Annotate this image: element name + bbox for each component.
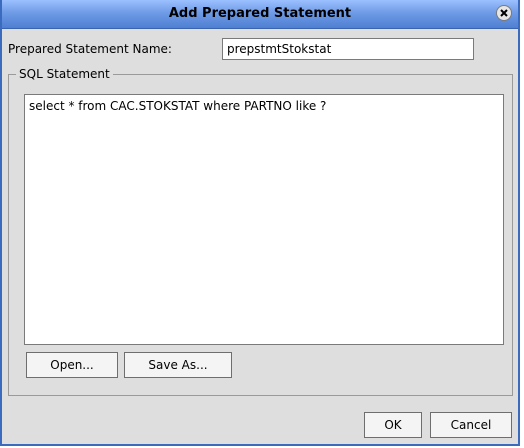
- sql-statement-label: SQL Statement: [16, 67, 113, 81]
- save-as-button[interactable]: Save As...: [124, 352, 232, 378]
- add-prepared-statement-dialog: Add Prepared Statement Prepared Statemen…: [0, 0, 520, 446]
- close-button[interactable]: [496, 5, 512, 21]
- cancel-button[interactable]: Cancel: [430, 412, 512, 438]
- open-button[interactable]: Open...: [26, 352, 118, 378]
- prepared-statement-name-input[interactable]: [222, 38, 474, 60]
- prepared-statement-name-label: Prepared Statement Name:: [8, 42, 172, 56]
- title-bar[interactable]: Add Prepared Statement: [2, 0, 518, 29]
- close-icon: [500, 9, 508, 17]
- ok-button[interactable]: OK: [364, 412, 422, 438]
- dialog-title: Add Prepared Statement: [168, 6, 352, 21]
- sql-statement-textarea[interactable]: select * from CAC.STOKSTAT where PARTNO …: [24, 94, 504, 345]
